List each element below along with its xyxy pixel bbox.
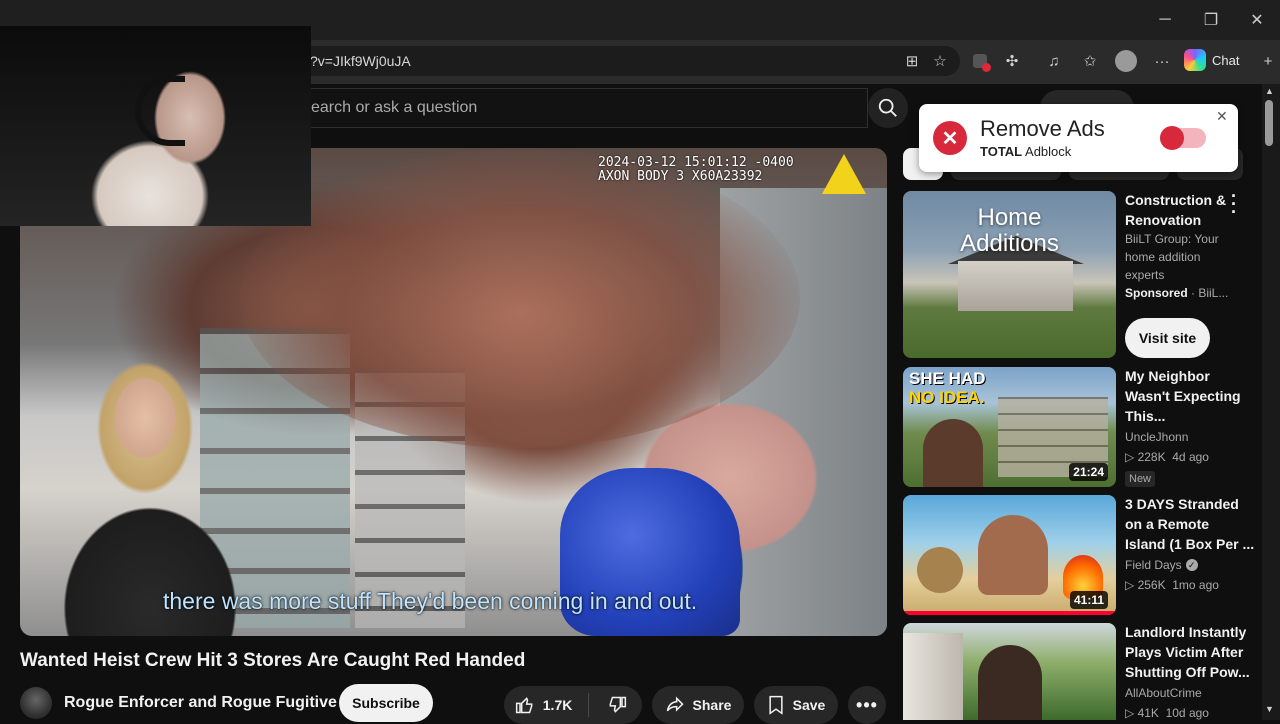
video-channel[interactable]: AllAboutCrime	[1125, 684, 1249, 702]
new-badge: New	[1125, 469, 1156, 487]
axon-logo-icon	[822, 154, 866, 194]
thumbnail-house	[903, 633, 963, 720]
thumbnail-person	[978, 515, 1048, 595]
video-title: Wanted Heist Crew Hit 3 Stores Are Caugh…	[20, 650, 526, 671]
copilot-chat-button[interactable]: Chat	[1184, 46, 1254, 74]
subscribe-button[interactable]: Subscribe	[339, 684, 433, 722]
search-placeholder: earch or ask a question	[311, 99, 478, 116]
thumbnail-coconut	[917, 547, 963, 593]
extensions-puzzle-icon[interactable]: ✣	[998, 48, 1026, 74]
verified-check-icon: ✓	[1185, 559, 1198, 571]
share-label: Share	[692, 697, 732, 713]
like-button[interactable]: 1.7K	[504, 695, 583, 715]
video-title-link[interactable]: Landlord Instantly Plays Victim After Sh…	[1125, 622, 1250, 682]
webcam-overlay	[0, 26, 311, 226]
dislike-button[interactable]	[591, 695, 642, 715]
video-title-link[interactable]: My Neighbor Wasn't Expecting This...	[1125, 366, 1249, 426]
ad-description: BiiLT Group: Your home addition experts	[1125, 232, 1219, 282]
search-icon	[878, 98, 897, 117]
more-horizontal-icon: •••	[856, 694, 878, 715]
adblock-logo-icon: ✕	[933, 121, 967, 155]
close-window-icon[interactable]: ✕	[1234, 0, 1280, 40]
adblock-extension-icon[interactable]	[966, 48, 994, 74]
video-thumbnail[interactable]: SHE HAD NO IDEA. 21:24	[903, 367, 1116, 487]
like-dislike-group: 1.7K	[504, 686, 642, 724]
share-button[interactable]: Share	[652, 686, 744, 724]
remove-ads-toggle-knob[interactable]	[1160, 126, 1184, 150]
thumbnail-person	[978, 645, 1042, 720]
video-channel[interactable]: UncleJhonn	[1125, 428, 1249, 446]
thumbs-up-icon	[515, 697, 533, 714]
video-meta: ▷ 41K 10d ago	[1125, 706, 1209, 720]
ad-menu-icon[interactable]: · · ·	[1226, 187, 1242, 221]
watch-progress-bar	[903, 611, 1116, 615]
channel-name[interactable]: Rogue Enforcer and Rogue Fugitive	[64, 694, 337, 712]
channel-avatar[interactable]	[20, 687, 52, 719]
app-available-icon[interactable]: ⊞	[898, 48, 926, 74]
adblock-brand: TOTAL Adblock	[980, 144, 1072, 159]
search-button[interactable]	[868, 88, 908, 128]
chat-label: Chat	[1212, 52, 1240, 68]
close-icon[interactable]: ✕	[1216, 108, 1228, 125]
adblock-popup: ✕ Remove Ads TOTAL Adblock ✕	[919, 104, 1238, 172]
video-caption: there was more stuff They'd been coming …	[163, 588, 698, 614]
save-button[interactable]: Save	[754, 686, 838, 724]
browser-essentials-icon[interactable]: ♫	[1040, 48, 1068, 74]
more-actions-button[interactable]: •••	[848, 686, 886, 724]
video-scene-hand	[240, 148, 800, 448]
address-bar[interactable]: ?v=JIkf9Wj0uJA	[240, 46, 960, 76]
thumbs-down-icon	[609, 696, 626, 713]
video-duration: 41:11	[1069, 591, 1108, 609]
like-divider	[588, 693, 589, 717]
thumbnail-person	[923, 419, 983, 487]
video-meta: ▷ 256K 1mo ago	[1125, 578, 1219, 592]
bodycam-timestamp: 2024-03-12 15:01:12 -0400 AXON BODY 3 X6…	[598, 155, 794, 184]
page-scrollbar[interactable]	[1262, 84, 1280, 720]
scroll-up-icon[interactable]: ▲	[1265, 86, 1274, 96]
thumbnail-text: SHE HAD NO IDEA.	[909, 369, 986, 407]
minimize-icon[interactable]: ─	[1142, 0, 1188, 40]
favorites-collection-icon[interactable]: ✩	[1076, 48, 1104, 74]
share-arrow-icon	[666, 696, 684, 712]
video-title-link[interactable]: 3 DAYS Stranded on a Remote Island (1 Bo…	[1125, 494, 1254, 554]
restore-icon[interactable]: ❐	[1188, 0, 1234, 40]
save-label: Save	[792, 697, 826, 713]
ad-sponsor-line: Sponsored · BiiL...	[1125, 286, 1229, 300]
profile-avatar-icon[interactable]	[1112, 48, 1140, 74]
ad-house	[958, 261, 1073, 311]
search-input[interactable]: earch or ask a question	[250, 88, 868, 128]
visit-site-button[interactable]: Visit site	[1125, 318, 1210, 358]
address-bar-url: ?v=JIkf9Wj0uJA	[310, 53, 411, 69]
copilot-icon	[1184, 49, 1206, 71]
like-count: 1.7K	[542, 697, 573, 713]
headphones-icon	[135, 76, 185, 146]
video-meta: ▷ 228K 4d ago	[1125, 450, 1209, 464]
video-thumbnail[interactable]	[903, 623, 1116, 720]
scroll-down-icon[interactable]: ▼	[1265, 704, 1274, 714]
ad-thumbnail-text: Home Additions	[960, 204, 1059, 257]
sidebar-add-icon[interactable]: +	[1258, 48, 1278, 74]
favorite-star-icon[interactable]: ☆	[926, 48, 954, 74]
settings-more-icon[interactable]: ···	[1148, 48, 1176, 74]
ad-thumbnail[interactable]: Home Additions	[903, 191, 1116, 358]
video-duration: 21:24	[1069, 463, 1108, 481]
video-thumbnail[interactable]: 41:11	[903, 495, 1116, 615]
adblock-title: Remove Ads	[980, 116, 1105, 141]
video-channel[interactable]: Field Days ✓	[1125, 556, 1249, 574]
scrollbar-thumb[interactable]	[1265, 100, 1273, 146]
bookmark-icon	[769, 695, 783, 715]
